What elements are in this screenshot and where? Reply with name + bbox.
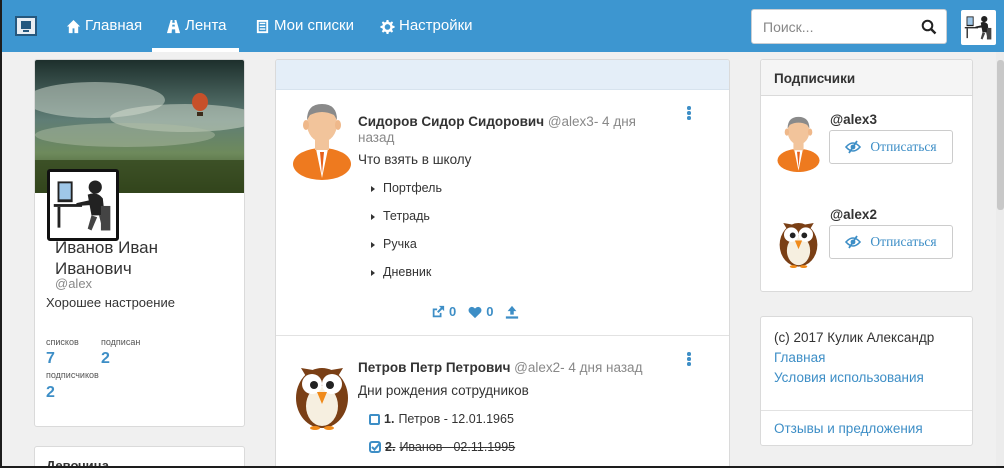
profile-name: Иванов Иван Иванович [55, 238, 159, 278]
checklist-item[interactable]: 1. Петров - 12.01.1965 [369, 412, 514, 426]
subscriber-avatar[interactable] [776, 108, 821, 178]
eye-slash-icon [845, 140, 862, 154]
stat-following-label: подписан [101, 337, 141, 347]
gear-icon [380, 19, 395, 34]
like-button[interactable]: 0 [468, 304, 493, 319]
nav-settings-label: Настройки [399, 17, 473, 34]
home-icon [66, 19, 81, 33]
footer-link-feedback[interactable]: Отзывы и предложения [774, 421, 923, 436]
repost-count: 0 [449, 304, 457, 319]
nav-settings[interactable]: Настройки [380, 0, 473, 52]
list-item: Ручка [371, 237, 417, 251]
scrollbar-thumb[interactable] [997, 60, 1004, 210]
profile-handle: @alex [55, 276, 93, 291]
footer-divider [761, 410, 972, 411]
author-avatar[interactable] [291, 350, 353, 430]
nav-home[interactable]: Главная [66, 0, 142, 52]
upload-icon [506, 305, 519, 319]
profile-avatar[interactable] [47, 169, 119, 241]
list-item: Дневник [371, 265, 431, 279]
share-icon [432, 305, 445, 317]
list-icon [256, 19, 269, 33]
post-author[interactable]: Петров Петр Петрович [358, 360, 510, 375]
nav-feed[interactable]: Лента [152, 0, 239, 52]
subscribers-title: Подписчики [774, 71, 856, 86]
footer-panel: (c) 2017 Кулик Александр Главная Условия… [760, 316, 973, 446]
post-author-line: Петров Петр Петрович @alex2- 4 дня назад [358, 360, 658, 376]
nav-feed-label: Лента [185, 17, 227, 34]
nav-my-lists-label: Мои списки [274, 17, 354, 34]
subscriber-handle[interactable]: @alex2 [830, 207, 877, 222]
checkbox-checked-icon[interactable] [369, 441, 381, 453]
post-menu-icon[interactable] [684, 106, 694, 122]
app-logo[interactable] [15, 16, 37, 36]
post-handle[interactable]: @alex2 [514, 360, 560, 375]
unsubscribe-button[interactable]: Отписаться [829, 130, 953, 164]
footer-link-terms[interactable]: Условия использования [774, 370, 924, 385]
top-navbar: Главная Лента Мои списки Настройки [0, 0, 1004, 52]
nav-home-label: Главная [85, 17, 143, 34]
post-menu-icon[interactable] [684, 352, 694, 368]
unsubscribe-button[interactable]: Отписаться [829, 225, 953, 259]
heart-icon [468, 306, 482, 318]
stat-lists-value[interactable]: 7 [46, 350, 55, 368]
post-author-line: Сидоров Сидор Сидорович @alex3- 4 дня на… [358, 114, 658, 146]
search-box [751, 9, 947, 44]
road-icon [166, 19, 181, 33]
feed-post: Сидоров Сидор Сидорович @alex3- 4 дня на… [276, 90, 729, 336]
user-avatar[interactable] [961, 10, 996, 45]
stat-following-value[interactable]: 2 [101, 350, 110, 368]
eye-slash-icon [845, 235, 862, 249]
profile-card: Иванов Иван Иванович @alex Хорошее настр… [34, 59, 245, 427]
subscriber-avatar[interactable] [776, 204, 821, 274]
search-icon[interactable] [921, 19, 937, 35]
subscriber-handle[interactable]: @alex3 [830, 112, 877, 127]
post-author[interactable]: Сидоров Сидор Сидорович [358, 114, 544, 129]
stat-followers-value[interactable]: 2 [46, 384, 55, 402]
copyright-text: (c) 2017 Кулик Александр [774, 330, 935, 345]
left-bottom-panel: Девочица [34, 446, 245, 468]
list-item: Портфель [371, 181, 442, 195]
post-actions: 0 0 [431, 304, 519, 319]
footer-link-home[interactable]: Главная [774, 350, 825, 365]
checkbox-empty-icon[interactable] [369, 413, 380, 425]
feed-header [276, 60, 729, 90]
subscribers-panel: Подписчики @alex3 Отписаться @alex2 Отпи… [760, 59, 973, 292]
post-handle[interactable]: @alex3 [548, 114, 594, 129]
stat-followers-label: подписчиков [46, 370, 99, 380]
feed: Сидоров Сидор Сидорович @alex3 - 4 дня на… [275, 59, 730, 468]
repost-button[interactable]: 0 [431, 304, 456, 319]
nav-my-lists[interactable]: Мои списки [255, 0, 354, 52]
feed-post: Петров Петр Петрович @alex2- 4 дня назад… [276, 336, 729, 468]
list-item: Тетрадь [371, 209, 430, 223]
stat-lists-label: списков [46, 337, 79, 347]
author-avatar[interactable] [291, 100, 353, 180]
checklist-item[interactable]: 2. Иванов - 02.11.1995 [369, 440, 515, 454]
subscribers-header: Подписчики [761, 60, 972, 96]
upload-button[interactable] [505, 305, 519, 319]
post-time: - 4 дня назад [560, 360, 643, 375]
profile-status: Хорошее настроение [46, 295, 175, 310]
search-input[interactable] [752, 10, 912, 43]
post-title: Что взять в школу [358, 152, 472, 167]
like-count: 0 [486, 304, 494, 319]
post-title: Дни рождения сотрудников [358, 383, 529, 398]
